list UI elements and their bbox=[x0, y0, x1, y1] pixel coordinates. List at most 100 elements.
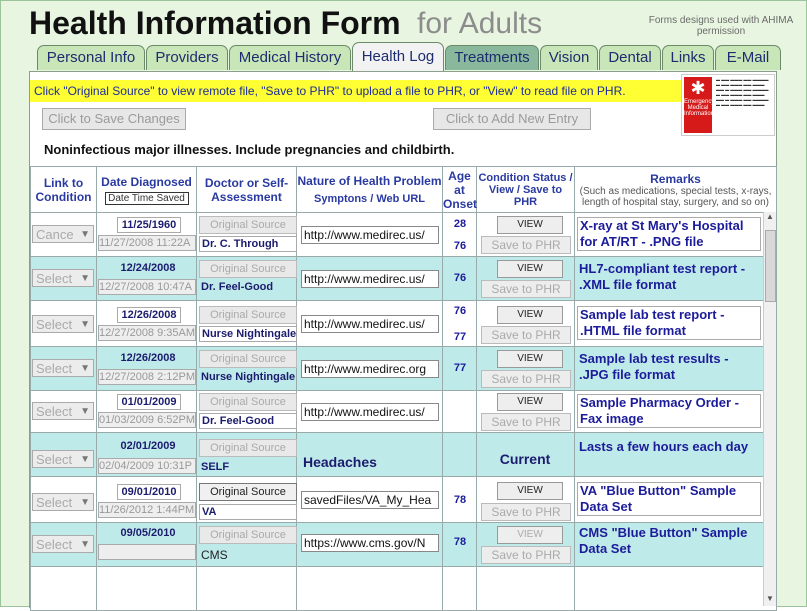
scroll-thumb[interactable] bbox=[765, 230, 776, 302]
date-saved-field: 11/27/2008 11:22A bbox=[98, 235, 196, 251]
health-log-table: Link to Condition Date Diagnosed Date Ti… bbox=[30, 166, 777, 611]
view-button[interactable]: VIEW bbox=[497, 350, 563, 368]
date-diagnosed-field[interactable]: 12/26/2008 bbox=[117, 307, 181, 323]
link-select[interactable]: Select ▼ bbox=[32, 535, 94, 553]
chevron-down-icon: ▼ bbox=[80, 273, 90, 284]
header-nature: Nature of Health Problem Symptons / Web … bbox=[296, 166, 443, 213]
original-source-button[interactable]: Original Source bbox=[199, 393, 297, 411]
original-source-button[interactable]: Original Source bbox=[199, 260, 297, 278]
link-select[interactable]: Select ▼ bbox=[32, 269, 94, 287]
scroll-down-icon[interactable]: ▼ bbox=[764, 594, 776, 606]
table-row: Select ▼ 12/26/2008 12/27/2008 9:35AM Orig… bbox=[30, 300, 777, 347]
chevron-down-icon: ▼ bbox=[80, 406, 90, 417]
remarks-field[interactable]: Lasts a few hours each day bbox=[577, 439, 759, 471]
remarks-field[interactable]: CMS "Blue Button" Sample Data Set bbox=[577, 525, 759, 557]
date-saved-field: 12/27/2008 10:47A bbox=[98, 279, 196, 295]
url-field[interactable]: http://www.medirec.us/ bbox=[301, 403, 439, 421]
url-field[interactable]: savedFiles/VA_My_Hea bbox=[301, 491, 439, 509]
save-to-phr-button[interactable]: Save to PHR bbox=[481, 503, 571, 521]
link-select[interactable]: Select ▼ bbox=[32, 493, 94, 511]
original-source-button[interactable]: Original Source bbox=[199, 483, 297, 501]
view-button[interactable]: VIEW bbox=[497, 393, 563, 411]
add-entry-button[interactable]: Click to Add New Entry bbox=[433, 108, 591, 130]
url-field[interactable]: http://www.medirec.org bbox=[301, 360, 439, 378]
save-to-phr-button[interactable]: Save to PHR bbox=[481, 413, 571, 431]
original-source-button[interactable]: Original Source bbox=[199, 350, 297, 368]
tab-links[interactable]: Links bbox=[662, 45, 714, 70]
header-link: Link to Condition bbox=[30, 166, 97, 213]
tab-dental[interactable]: Dental bbox=[599, 45, 661, 70]
tab-providers[interactable]: Providers bbox=[146, 45, 228, 70]
date-saved-field: 11/26/2012 1:44PM bbox=[98, 502, 196, 518]
age-onset: 76 bbox=[453, 305, 467, 317]
doctor-field[interactable]: CMS bbox=[199, 548, 295, 562]
table-row: Select ▼ 09/01/2010 11/26/2012 1:44PM Orig… bbox=[30, 476, 777, 523]
view-button[interactable]: VIEW bbox=[497, 306, 563, 324]
tab-medical-history[interactable]: Medical History bbox=[229, 45, 351, 70]
age-onset: 78 bbox=[453, 536, 467, 548]
original-source-button[interactable]: Original Source bbox=[199, 439, 297, 457]
doctor-field[interactable]: Dr. C. Through bbox=[199, 236, 297, 252]
section-instruction: Noninfectious major illnesses. Include p… bbox=[44, 142, 455, 157]
view-button[interactable]: VIEW bbox=[497, 482, 563, 500]
url-field[interactable]: http://www.medirec.us/ bbox=[301, 270, 439, 288]
chevron-down-icon: ▼ bbox=[80, 319, 90, 330]
remarks-field[interactable]: X-ray at St Mary's Hospital for AT/RT - … bbox=[577, 217, 761, 251]
doctor-field[interactable]: Dr. Feel-Good bbox=[199, 413, 297, 429]
date-diagnosed-field[interactable]: 02/01/2009 bbox=[117, 439, 179, 453]
chevron-down-icon: ▼ bbox=[80, 454, 90, 465]
save-changes-button[interactable]: Click to Save Changes bbox=[42, 108, 186, 130]
view-button[interactable]: VIEW bbox=[497, 526, 563, 544]
date-diagnosed-field[interactable]: 11/25/1960 bbox=[117, 217, 181, 233]
chevron-down-icon: ▼ bbox=[80, 497, 90, 508]
tab-treatments[interactable]: Treatments bbox=[445, 45, 539, 70]
link-select[interactable]: Select ▼ bbox=[32, 450, 94, 468]
remarks-field[interactable]: Sample Pharmacy Order - Fax image bbox=[577, 394, 761, 428]
link-select[interactable]: Select ▼ bbox=[32, 315, 94, 333]
view-button[interactable]: VIEW bbox=[497, 216, 563, 234]
remarks-field[interactable]: HL7-compliant test report - .XML file fo… bbox=[577, 261, 759, 293]
url-field[interactable]: http://www.medirec.us/ bbox=[301, 315, 439, 333]
view-button[interactable]: VIEW bbox=[497, 260, 563, 278]
doctor-field[interactable]: Dr. Feel-Good bbox=[199, 280, 295, 294]
tab-email[interactable]: E-Mail bbox=[715, 45, 781, 70]
save-to-phr-button[interactable]: Save to PHR bbox=[481, 280, 571, 298]
date-diagnosed-field[interactable]: 01/01/2009 bbox=[117, 394, 181, 410]
url-field[interactable]: http://www.medirec.us/ bbox=[301, 226, 439, 244]
save-to-phr-button[interactable]: Save to PHR bbox=[481, 236, 571, 254]
doctor-field[interactable]: Nurse Nightingale bbox=[199, 326, 297, 342]
original-source-button[interactable]: Original Source bbox=[199, 526, 297, 544]
date-diagnosed-field[interactable]: 12/24/2008 bbox=[117, 261, 179, 275]
remarks-field[interactable]: VA "Blue Button" Sample Data Set bbox=[577, 482, 761, 516]
original-source-button[interactable]: Original Source bbox=[199, 306, 297, 324]
doctor-field[interactable]: VA bbox=[199, 504, 297, 520]
scroll-up-icon[interactable]: ▲ bbox=[764, 212, 776, 224]
link-select[interactable]: Select ▼ bbox=[32, 359, 94, 377]
doctor-field[interactable]: Nurse Nightingale bbox=[199, 370, 295, 384]
remarks-field[interactable]: Sample lab test report - .HTML file form… bbox=[577, 306, 761, 340]
tab-health-log[interactable]: Health Log bbox=[352, 42, 444, 71]
save-to-phr-button[interactable]: Save to PHR bbox=[481, 326, 571, 344]
medical-id-card: ✱ Emergency Medical Information ▬ ▬▬ ▬▬▬ … bbox=[681, 74, 775, 136]
chevron-down-icon: ▼ bbox=[80, 539, 90, 550]
emergency-medical-logo: ✱ Emergency Medical Information bbox=[684, 77, 714, 133]
chevron-down-icon: ▼ bbox=[80, 229, 90, 240]
save-to-phr-button[interactable]: Save to PHR bbox=[481, 370, 571, 388]
date-diagnosed-field[interactable]: 09/05/2010 bbox=[117, 526, 179, 540]
save-to-phr-button[interactable]: Save to PHR bbox=[481, 546, 571, 564]
date-diagnosed-field[interactable]: 09/01/2010 bbox=[117, 484, 181, 500]
tab-personal-info[interactable]: Personal Info bbox=[37, 45, 145, 70]
remarks-field[interactable]: Sample lab test results - .JPG file form… bbox=[577, 351, 759, 383]
vertical-scrollbar[interactable]: ▲ ▼ bbox=[763, 212, 776, 606]
link-select[interactable]: Cance ▼ bbox=[32, 225, 94, 243]
date-diagnosed-field[interactable]: 12/26/2008 bbox=[117, 351, 179, 365]
url-field[interactable]: https://www.cms.gov/N bbox=[301, 534, 439, 552]
tab-vision[interactable]: Vision bbox=[540, 45, 598, 70]
condition-status: Current bbox=[499, 451, 551, 467]
table-row: Select ▼ 01/01/2009 01/03/2009 6:52PM Orig… bbox=[30, 390, 777, 433]
link-select[interactable]: Select ▼ bbox=[32, 402, 94, 420]
original-source-button[interactable]: Original Source bbox=[199, 216, 297, 234]
symptom-field[interactable]: Headaches bbox=[301, 454, 437, 470]
doctor-field[interactable]: SELF bbox=[199, 460, 295, 474]
date-saved-field: 02/04/2009 10:31P bbox=[98, 458, 196, 474]
